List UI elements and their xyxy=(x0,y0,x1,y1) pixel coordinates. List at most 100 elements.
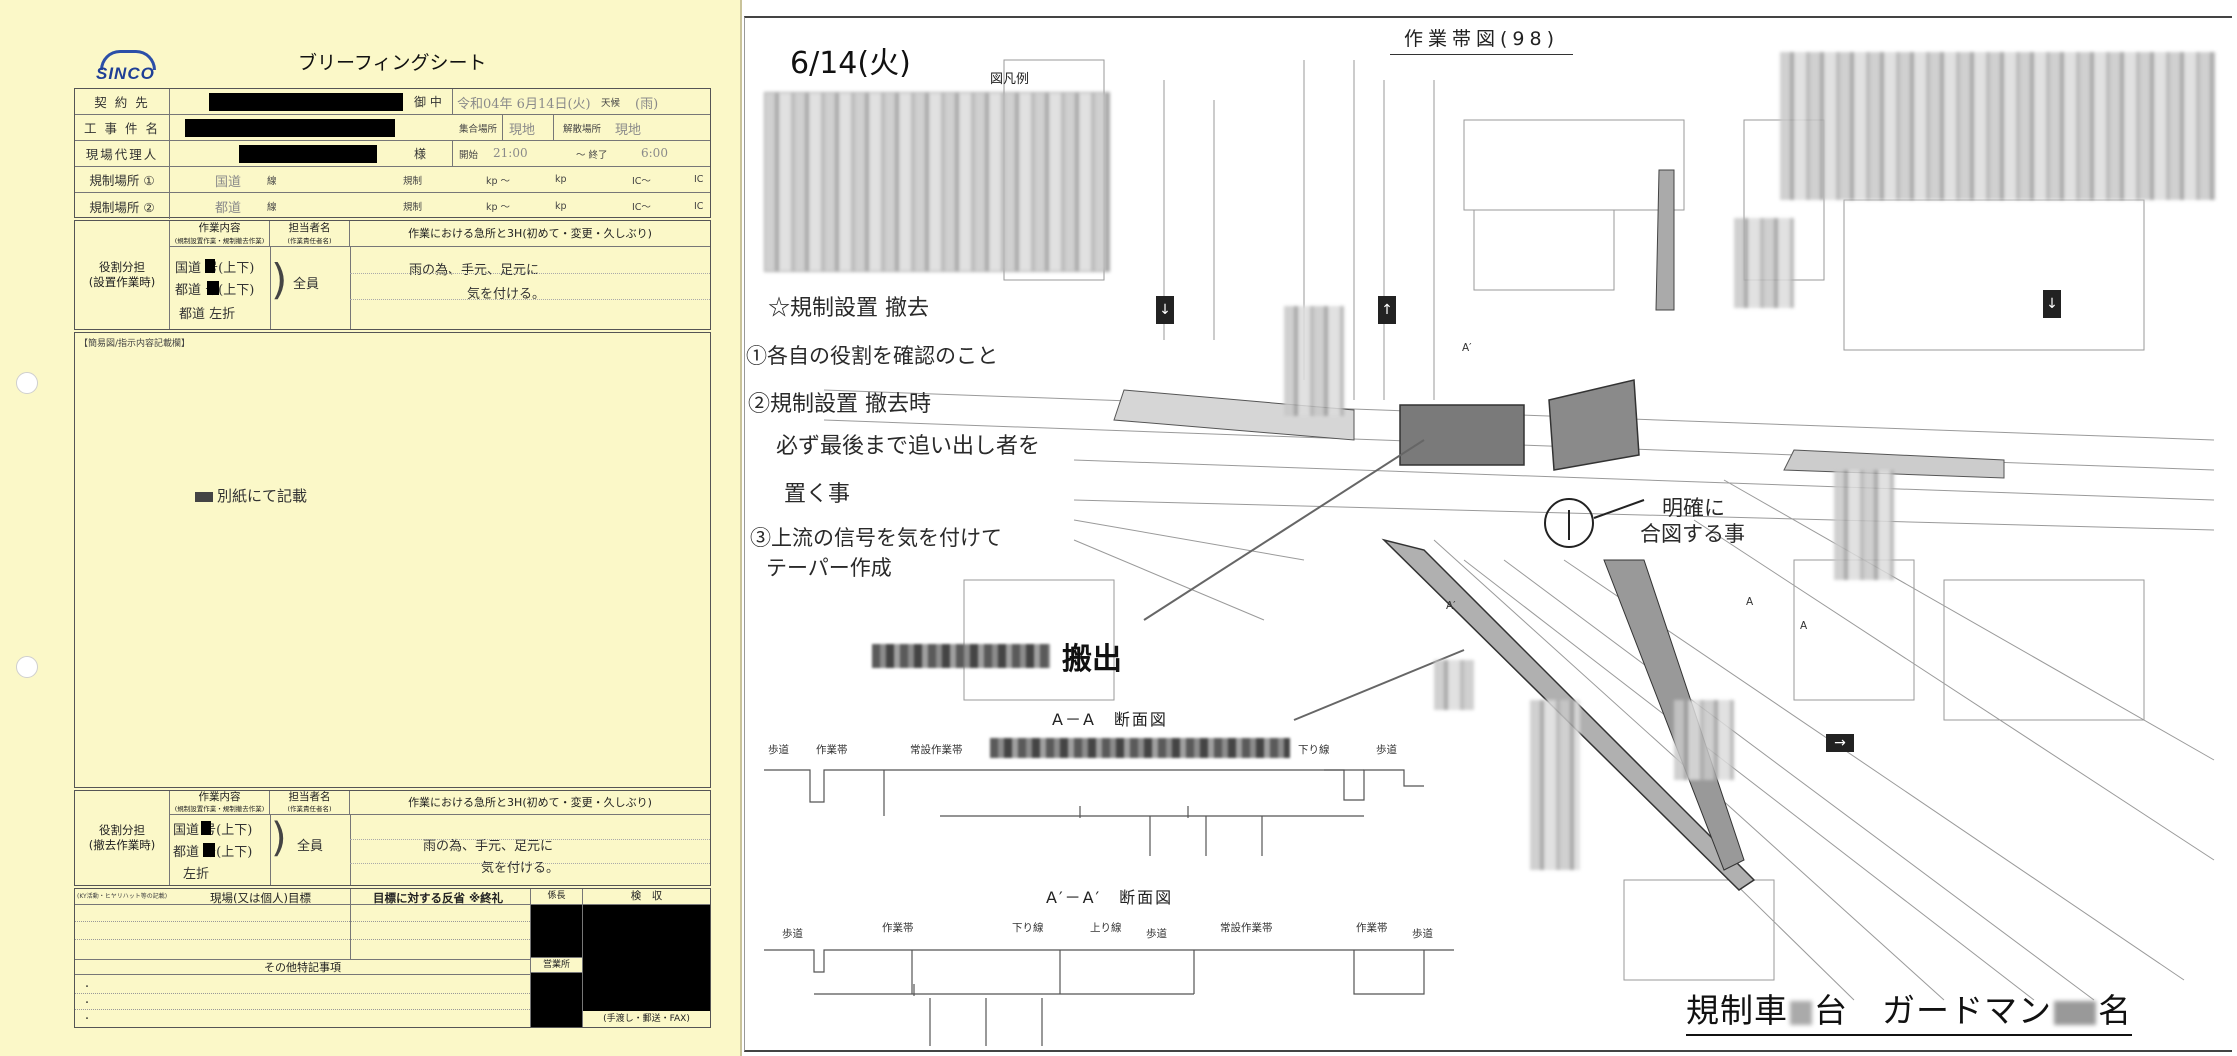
section-label: 歩道 xyxy=(768,744,789,756)
section-label: 作業帯 xyxy=(1356,922,1388,934)
target-label: 現場(又は個人)目標 xyxy=(210,891,311,905)
punch-hole xyxy=(16,656,38,678)
contract-label: 契 約 先 xyxy=(75,89,170,114)
install-assignee: 全員 xyxy=(293,277,320,292)
date-label: 6/14(火) xyxy=(790,46,911,81)
sketch-area: 【簡易図/指示内容記載欄】 別紙にて記載 xyxy=(74,332,711,788)
map-title: 作業帯図(98) xyxy=(1390,24,1574,55)
section-label: 常設作業帯 xyxy=(910,744,963,756)
weather-value: (雨) xyxy=(635,97,659,112)
removal-caution-2: 気を付ける。 xyxy=(481,861,560,876)
review-label: 目標に対する反省 ※終礼 xyxy=(373,891,504,905)
reg-label: 規制 xyxy=(403,175,423,187)
removal-caution-1: 雨の為、手元、足元に xyxy=(423,839,554,854)
end-value: 6:00 xyxy=(641,146,668,160)
note-line: ☆規制設置 撤去 xyxy=(768,296,929,321)
section-aa2-title: A′－A′ 断面図 xyxy=(1046,888,1174,907)
arrow-right-icon: → xyxy=(1826,734,1854,752)
reg-place2-row: 規制場所 ② 都道 線 規制 kp 〜 kp IC〜 IC xyxy=(75,193,710,219)
company-logo: SINCO xyxy=(92,50,164,84)
redacted-block xyxy=(185,119,395,137)
contract-row: 契 約 先 御 中 令和04年 6月14日(火) 天候 (雨) xyxy=(75,89,710,115)
briefing-document-scan: SINCO ブリーフィングシート 契 約 先 御 中 令和04年 6月14日(火… xyxy=(0,0,2237,1056)
arrow-down-icon: ↓ xyxy=(1156,296,1174,324)
redacted-block xyxy=(205,259,215,273)
assignee-header: 担当者名 (作業責任者名) xyxy=(270,221,350,246)
arrow-up-icon: ↑ xyxy=(1378,296,1396,324)
ic-to: IC xyxy=(694,200,704,212)
signal-note-2: 合図する事 xyxy=(1640,522,1745,546)
redacted-block xyxy=(209,93,403,111)
kp-from: kp 〜 xyxy=(486,202,511,213)
redacted-stamp xyxy=(531,973,582,1027)
note-line: 置く事 xyxy=(784,482,851,507)
kp-to: kp xyxy=(555,200,567,212)
sketch-label: 【簡易図/指示内容記載欄】 xyxy=(79,339,191,349)
punch-hole xyxy=(16,372,38,394)
sheet-title: ブリーフィングシート xyxy=(298,52,487,74)
carry-out-label: 搬出 xyxy=(1062,642,1122,677)
line-suffix: 線 xyxy=(267,202,277,213)
site-agent-label: 現場代理人 xyxy=(75,141,170,166)
weather-label: 天候 xyxy=(601,97,621,109)
removal-task-1: 国道 号(上下) xyxy=(173,823,253,838)
note-line: ②規制設置 撤去時 xyxy=(748,392,931,417)
meeting-place-value: 現地 xyxy=(509,123,536,138)
section-aa-title: A－A 断面図 xyxy=(1052,710,1168,729)
brace: ) xyxy=(271,255,288,304)
ic-from: IC〜 xyxy=(632,175,651,187)
meeting-place-label: 集合場所 xyxy=(453,115,503,140)
section-label: 作業帯 xyxy=(816,744,848,756)
redacted-block xyxy=(207,281,219,295)
note-line: ①各自の役割を確認のこと xyxy=(746,344,998,368)
caution-header: 作業における急所と3H(初めて・変更・久しぶり) xyxy=(408,796,652,809)
project-row: 工 事 件 名 集合場所 現地 解散場所 現地 xyxy=(75,115,710,141)
task-header: 作業内容 (規制設置作業・規制撤去作業) xyxy=(170,791,270,814)
section-label: 下り線 xyxy=(1298,744,1330,756)
reg-label: 規制 xyxy=(403,202,423,213)
line-suffix: 線 xyxy=(267,175,277,187)
note-line: 必ず最後まで追い出し者を xyxy=(776,434,1041,459)
legend-title: 図凡例 xyxy=(990,72,1030,87)
reg-place1-road: 国道 xyxy=(215,175,242,190)
redacted-stamp xyxy=(531,905,582,957)
section-label: 上り線 xyxy=(1090,922,1122,934)
reg-place2-label: 規制場所 ② xyxy=(75,193,170,219)
section-label: 下り線 xyxy=(1012,922,1044,934)
install-task-3: 都道 左折 xyxy=(179,307,236,322)
dismiss-place-label: 解散場所 xyxy=(563,123,602,135)
briefing-sheet: SINCO ブリーフィングシート 契 約 先 御 中 令和04年 6月14日(火… xyxy=(0,0,742,1056)
map-mark: A′ xyxy=(1462,342,1472,354)
vehicle-guard-caption: 規制車台 ガードマン名 xyxy=(1686,984,2132,1036)
ic-to: IC xyxy=(694,174,704,185)
small-header-note: (KY活動・ヒヤリハット等の記載) xyxy=(77,893,168,900)
delivery-label: (手渡し・郵送・FAX) xyxy=(603,1014,690,1024)
assignee-header: 担当者名 (作業責任者名) xyxy=(270,791,350,814)
site-agent-suffix: 様 xyxy=(408,141,453,166)
other-notes-label: その他特記事項 xyxy=(75,959,530,975)
blurred-label xyxy=(1434,660,1474,710)
map-mark: A′ xyxy=(1446,600,1456,612)
date-value: 令和04年 6月14日(火) xyxy=(457,97,591,112)
map-mark: A xyxy=(1800,620,1808,632)
install-role-table: 役割分担 (設置作業時) 作業内容 (規制設置作業・規制撤去作業) 担当者名 (作業… xyxy=(74,220,711,330)
work-zone-map: 作業帯図(98) 6/14(火) 図凡例 ↓ ↑ ↓ → A′ A A′ A ☆… xyxy=(744,0,2237,1056)
blurred-legend xyxy=(764,92,1110,272)
blurred-label xyxy=(1834,470,1894,580)
contract-suffix: 御 中 xyxy=(408,89,453,114)
reg-place1-label: 規制場所 ① xyxy=(75,167,170,192)
redacted-block xyxy=(201,821,211,835)
dismiss-place-value: 現地 xyxy=(615,123,642,138)
caution-header: 作業における急所と3H(初めて・変更・久しぶり) xyxy=(408,227,652,240)
blurred-label xyxy=(1674,700,1734,780)
redacted-stamp xyxy=(583,905,710,1011)
project-label: 工 事 件 名 xyxy=(75,115,170,140)
reg-place1-row: 規制場所 ① 国道 線 規制 kp 〜 kp IC〜 IC xyxy=(75,167,710,193)
removal-role-label: 役割分担 (撤去作業時) xyxy=(75,791,170,885)
removal-role-table: 役割分担 (撤去作業時) 作業内容 (規制設置作業・規制撤去作業) 担当者名 (作業… xyxy=(74,790,711,886)
redacted-block xyxy=(239,145,377,163)
note-line: ③上流の信号を気を付けて xyxy=(750,526,1002,550)
sketch-note: 別紙にて記載 xyxy=(195,485,307,506)
section-label: 歩道 xyxy=(1376,744,1397,756)
kp-from: kp 〜 xyxy=(486,175,511,187)
